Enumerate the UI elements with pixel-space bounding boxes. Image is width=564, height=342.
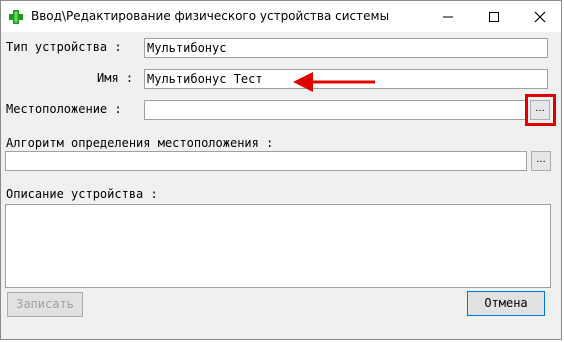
plus-app-icon <box>8 9 24 25</box>
title-bar: Ввод\Редактирование физического устройст… <box>1 1 561 32</box>
description-label: Описание устройства : <box>6 187 158 201</box>
location-algorithm-browse-button[interactable]: ... <box>531 151 551 171</box>
close-button[interactable] <box>517 1 562 32</box>
minimize-button[interactable] <box>425 1 470 32</box>
device-type-field[interactable]: Мультибонус <box>144 38 548 58</box>
location-label: Местоположение : <box>6 102 122 116</box>
dialog-window: Ввод\Редактирование физического устройст… <box>0 0 562 340</box>
red-arrow-annotation <box>293 72 375 92</box>
save-button[interactable]: Записать <box>7 292 83 317</box>
window-title: Ввод\Редактирование физического устройст… <box>31 9 390 23</box>
device-type-label: Тип устройства : <box>6 40 122 54</box>
dialog-body: Тип устройства : Мультибонус Имя : Мульт… <box>1 32 561 340</box>
cancel-button[interactable]: Отмена <box>467 291 545 316</box>
location-algorithm-field[interactable] <box>5 151 527 171</box>
description-textarea[interactable] <box>5 204 551 288</box>
maximize-icon <box>488 11 499 22</box>
red-highlight-box <box>525 94 556 126</box>
name-label: Имя : <box>97 71 134 85</box>
maximize-button[interactable] <box>471 1 516 32</box>
location-field[interactable] <box>144 100 527 120</box>
location-algorithm-label: Алгоритм определения местоположения : <box>6 136 274 150</box>
close-icon <box>534 11 545 22</box>
minimize-icon <box>442 16 453 17</box>
